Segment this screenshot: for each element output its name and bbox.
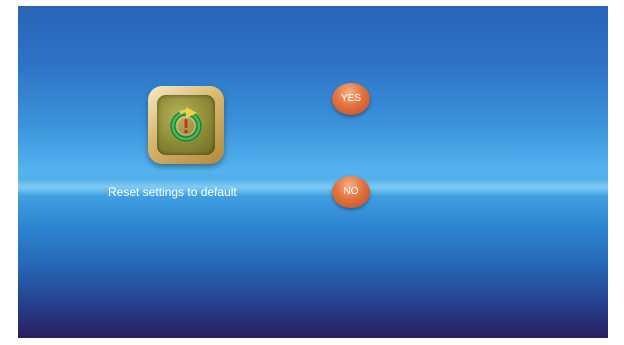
reset-settings-icon (148, 86, 224, 164)
background-highlight (18, 178, 608, 196)
reset-settings-label: Reset settings to default (108, 185, 237, 199)
yes-button[interactable]: YES (332, 83, 370, 115)
no-button[interactable]: NO (332, 176, 370, 208)
refresh-arrow-icon (170, 107, 202, 142)
settings-screen: Reset settings to default YES NO (18, 6, 608, 338)
